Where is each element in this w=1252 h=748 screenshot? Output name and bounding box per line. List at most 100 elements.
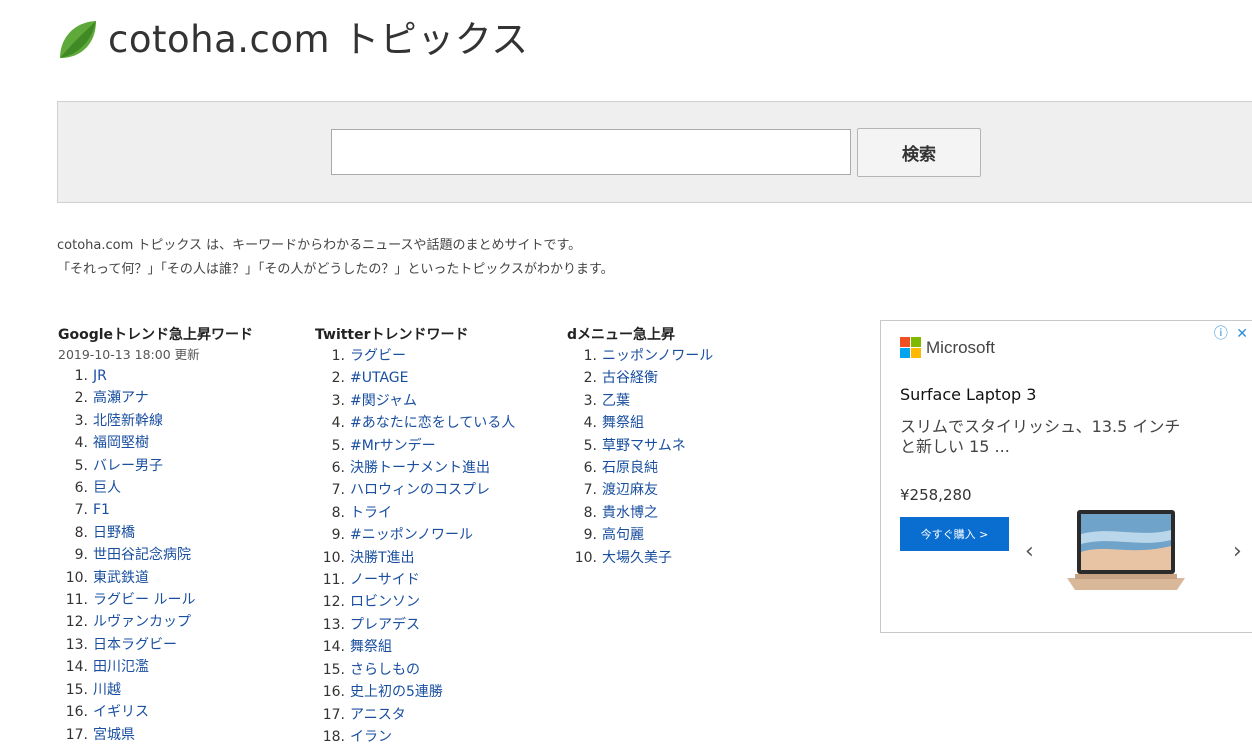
trend-link[interactable]: ハロウィンのコスプレ: [350, 482, 490, 498]
leaf-icon: [60, 21, 96, 58]
rank-number: 3.: [583, 392, 597, 409]
trend-link[interactable]: 古谷経衡: [602, 370, 658, 386]
trend-link[interactable]: #Mrサンデー: [350, 438, 436, 454]
dmenu-trends-section: dメニュー急上昇 1. ニッポンノワール 2. 古谷経衡 3. 乙葉 4. 舞祭組 5. 草野マサ…: [567, 325, 713, 569]
rank-number: 12.: [322, 594, 345, 611]
ad-product-title[interactable]: Surface Laptop 3: [900, 385, 1036, 404]
rank-number: 7.: [74, 502, 88, 519]
rank-number: 4.: [583, 415, 597, 432]
microsoft-logo-icon: [900, 337, 921, 358]
trend-link[interactable]: 日野橋: [93, 525, 135, 541]
trend-link[interactable]: 北陸新幹線: [93, 413, 163, 429]
chevron-right-icon[interactable]: ›: [1233, 539, 1242, 564]
ad-brand-name: Microsoft: [926, 337, 995, 357]
chevron-left-icon[interactable]: ‹: [1025, 539, 1034, 564]
trend-link[interactable]: 世田谷記念病院: [93, 547, 191, 563]
trend-link[interactable]: #関ジャム: [350, 393, 417, 409]
trend-link[interactable]: 貴水博之: [602, 505, 658, 521]
trend-link[interactable]: 巨人: [93, 480, 121, 496]
trend-link[interactable]: 東武鉄道: [93, 570, 149, 586]
list-item: 9. #ニッポンノワール: [315, 524, 515, 546]
trend-link[interactable]: さらしもの: [350, 662, 420, 678]
list-item: 6. 決勝トーナメント進出: [315, 457, 515, 479]
list-item: 14. 舞祭組: [315, 636, 515, 658]
rank-number: 6.: [331, 460, 345, 477]
trend-link[interactable]: 川越: [93, 682, 121, 698]
trend-link[interactable]: 宮城県: [93, 727, 135, 743]
list-item: 3. 北陸新幹線: [58, 410, 253, 432]
rank-number: 13.: [322, 616, 345, 633]
trend-link[interactable]: ラグビー: [350, 348, 406, 364]
trend-link[interactable]: 大場久美子: [602, 550, 672, 566]
trend-link[interactable]: #UTAGE: [350, 370, 408, 386]
trend-link[interactable]: アニスタ: [350, 707, 406, 723]
list-item: 8. トライ: [315, 502, 515, 524]
ad-price: ¥258,280: [900, 486, 972, 504]
list-item: 11. ラグビー ルール: [58, 589, 253, 611]
trend-link[interactable]: ノーサイド: [350, 572, 420, 588]
ad-description: スリムでスタイリッシュ、13.5 インチと新しい 15 ...: [900, 417, 1181, 456]
site-logo[interactable]: cotoha.com トピックス: [56, 18, 529, 62]
rank-number: 3.: [331, 392, 345, 409]
search-input[interactable]: [331, 129, 851, 175]
google-trends-list: 1. JR 2. 高瀬アナ 3. 北陸新幹線 4. 福岡堅樹 5. バレー男子 6. 巨人 7. F1 8.…: [58, 365, 253, 746]
updated-time: 2019-10-13 18:00 更新: [58, 347, 200, 362]
intro-line-1: cotoha.com トピックス は、キーワードからわかるニュースや話題のまとめ…: [57, 238, 582, 253]
trend-link[interactable]: JR: [93, 368, 107, 384]
list-item: 5. バレー男子: [58, 455, 253, 477]
rank-number: 12.: [65, 614, 88, 631]
list-item: 13. プレアデス: [315, 614, 515, 636]
ad-buy-button[interactable]: 今すぐ購入 >: [900, 517, 1009, 551]
trend-link[interactable]: 石原良純: [602, 460, 658, 476]
trend-link[interactable]: 渡辺麻友: [602, 482, 658, 498]
search-button[interactable]: 検索: [857, 128, 981, 177]
trend-link[interactable]: 決勝T進出: [350, 550, 415, 566]
trend-link[interactable]: #ニッポンノワール: [350, 527, 473, 543]
trend-link[interactable]: 日本ラグビー: [93, 637, 177, 653]
advertisement[interactable]: ⓘ ✕ Microsoft Surface Laptop 3 スリムでスタイリッ…: [880, 320, 1252, 633]
rank-number: 9.: [331, 527, 345, 544]
list-item: 12. ルヴァンカップ: [58, 611, 253, 633]
list-item: 9. 高句麗: [567, 524, 713, 546]
trend-link[interactable]: トライ: [350, 505, 392, 521]
site-title: cotoha.com トピックス: [108, 18, 529, 61]
trend-link[interactable]: ラグビー ルール: [93, 592, 195, 608]
rank-number: 5.: [583, 437, 597, 454]
ad-choices-icon[interactable]: ⓘ ✕: [1214, 323, 1250, 343]
rank-number: 15.: [322, 661, 345, 678]
trend-link[interactable]: ニッポンノワール: [602, 348, 713, 364]
list-item: 7. ハロウィンのコスプレ: [315, 479, 515, 501]
rank-number: 5.: [331, 437, 345, 454]
trend-link[interactable]: 舞祭組: [602, 415, 644, 431]
trend-link[interactable]: 舞祭組: [350, 639, 392, 655]
list-item: 8. 日野橋: [58, 522, 253, 544]
trend-link[interactable]: 福岡堅樹: [93, 435, 149, 451]
list-item: 3. 乙葉: [567, 390, 713, 412]
trend-link[interactable]: 史上初の5連勝: [350, 684, 443, 700]
trend-link[interactable]: 草野マサムネ: [602, 438, 686, 454]
trend-link[interactable]: 高瀬アナ: [93, 390, 149, 406]
rank-number: 10.: [574, 549, 597, 566]
list-item: 12. ロビンソン: [315, 591, 515, 613]
trend-link[interactable]: 田川氾濫: [93, 659, 149, 675]
trend-link[interactable]: 高句麗: [602, 527, 644, 543]
trend-link[interactable]: 決勝トーナメント進出: [350, 460, 490, 476]
list-item: 10. 東武鉄道: [58, 567, 253, 589]
google-trends-title: Googleトレンド急上昇ワード: [58, 327, 254, 343]
trend-link[interactable]: 乙葉: [602, 393, 630, 409]
trend-link[interactable]: #あなたに恋をしている人: [350, 415, 515, 431]
rank-number: 18.: [322, 728, 345, 745]
trend-link[interactable]: イギリス: [93, 704, 149, 720]
trend-link[interactable]: ロビンソン: [350, 594, 420, 610]
list-item: 17. アニスタ: [315, 704, 515, 726]
list-item: 3. #関ジャム: [315, 390, 515, 412]
list-item: 7. F1: [58, 499, 253, 521]
trend-link[interactable]: F1: [93, 502, 110, 518]
rank-number: 13.: [65, 636, 88, 653]
rank-number: 8.: [583, 504, 597, 521]
trend-link[interactable]: バレー男子: [93, 458, 163, 474]
dmenu-trends-title: dメニュー急上昇: [567, 327, 676, 343]
trend-link[interactable]: ルヴァンカップ: [93, 614, 191, 630]
rank-number: 14.: [322, 639, 345, 656]
trend-link[interactable]: プレアデス: [350, 617, 420, 633]
